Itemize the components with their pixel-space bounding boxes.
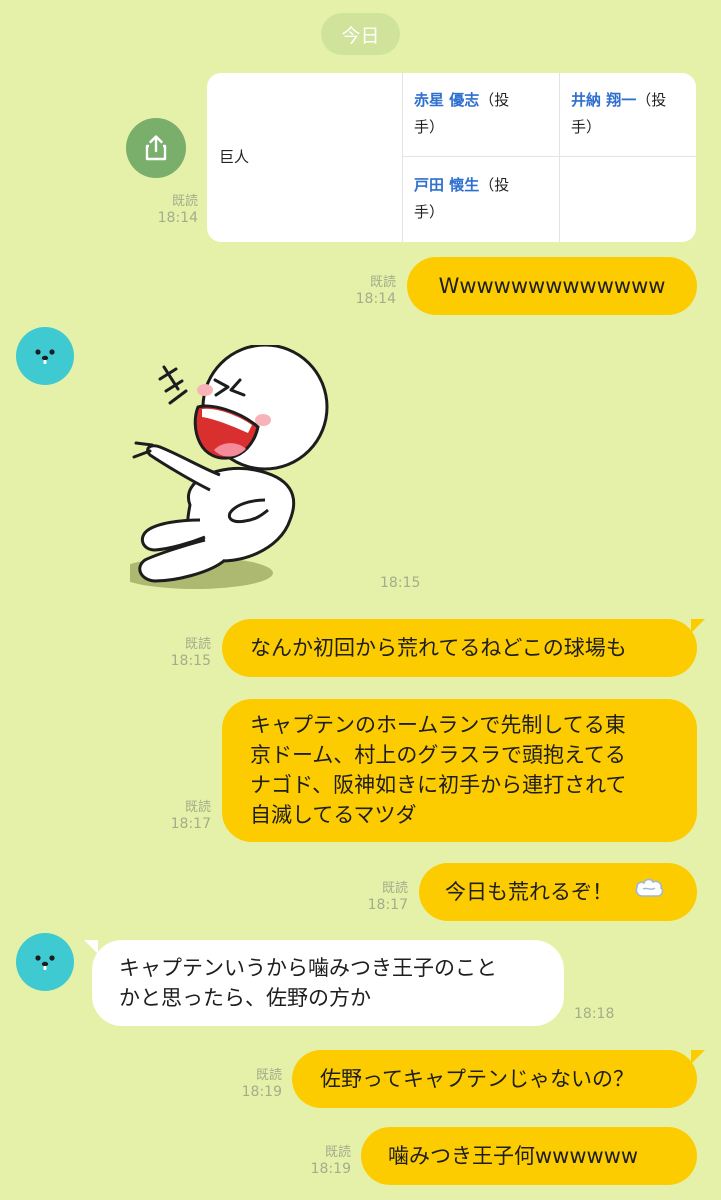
message-bubble[interactable]: 佐野ってキャプテンじゃないの？ bbox=[292, 1050, 705, 1108]
message-bubble[interactable]: なんか初回から荒れてるねどこの球場も bbox=[222, 619, 705, 677]
dash-emoji-icon bbox=[635, 878, 664, 897]
message-meta: 既読 18:19 bbox=[310, 1145, 351, 1178]
timestamp: 18:14 bbox=[157, 210, 198, 227]
avatar[interactable] bbox=[16, 933, 74, 991]
bear-face-icon bbox=[35, 349, 55, 364]
message-bubble[interactable]: 今日も荒れるぞ！ bbox=[419, 863, 697, 921]
avatar[interactable] bbox=[16, 327, 74, 385]
player-cell[interactable]: 赤星 優志（投 手） bbox=[414, 87, 554, 141]
message-meta: 既読 18:17 bbox=[170, 800, 211, 833]
date-separator: 今日 bbox=[321, 13, 400, 55]
message-bubble[interactable]: キャプテンのホームランで先制してる東 京ドーム、村上のグラスラで頭抱えてる ナゴ… bbox=[222, 699, 697, 842]
message-meta: 既読 18:15 bbox=[170, 637, 211, 670]
card-meta: 既読 18:14 bbox=[140, 194, 198, 228]
message-meta: 既読 18:17 bbox=[367, 881, 408, 914]
message-meta: 既読 18:19 bbox=[241, 1068, 282, 1101]
message-bubble[interactable]: Wwwwwwwwwwwww bbox=[407, 257, 697, 315]
message-bubble[interactable]: 噛みつき王子何wwwwww bbox=[361, 1127, 697, 1185]
share-icon bbox=[145, 135, 167, 161]
player-link[interactable]: 戸田 懐生 bbox=[414, 176, 479, 194]
player-link[interactable]: 赤星 優志 bbox=[414, 91, 479, 109]
timestamp: 18:18 bbox=[574, 1006, 615, 1022]
roster-card[interactable]: 巨人 赤星 優志（投 手） 井納 翔一（投 手） 戸田 懐生（投 手） bbox=[207, 73, 696, 242]
timestamp: 18:15 bbox=[380, 575, 421, 591]
bear-face-icon bbox=[35, 955, 55, 970]
laughing-moon-sticker[interactable] bbox=[117, 343, 340, 595]
player-cell[interactable]: 戸田 懐生（投 手） bbox=[414, 172, 554, 226]
message-meta: 既読 18:14 bbox=[355, 275, 396, 308]
player-link[interactable]: 井納 翔一 bbox=[571, 91, 636, 109]
read-receipt: 既読 bbox=[171, 194, 198, 209]
message-bubble[interactable]: キャプテンいうから噛みつき王子のこと かと思ったら、佐野の方か bbox=[84, 940, 564, 1026]
team-name: 巨人 bbox=[219, 148, 250, 166]
share-button[interactable] bbox=[126, 118, 186, 178]
player-cell[interactable]: 井納 翔一（投 手） bbox=[571, 87, 691, 141]
